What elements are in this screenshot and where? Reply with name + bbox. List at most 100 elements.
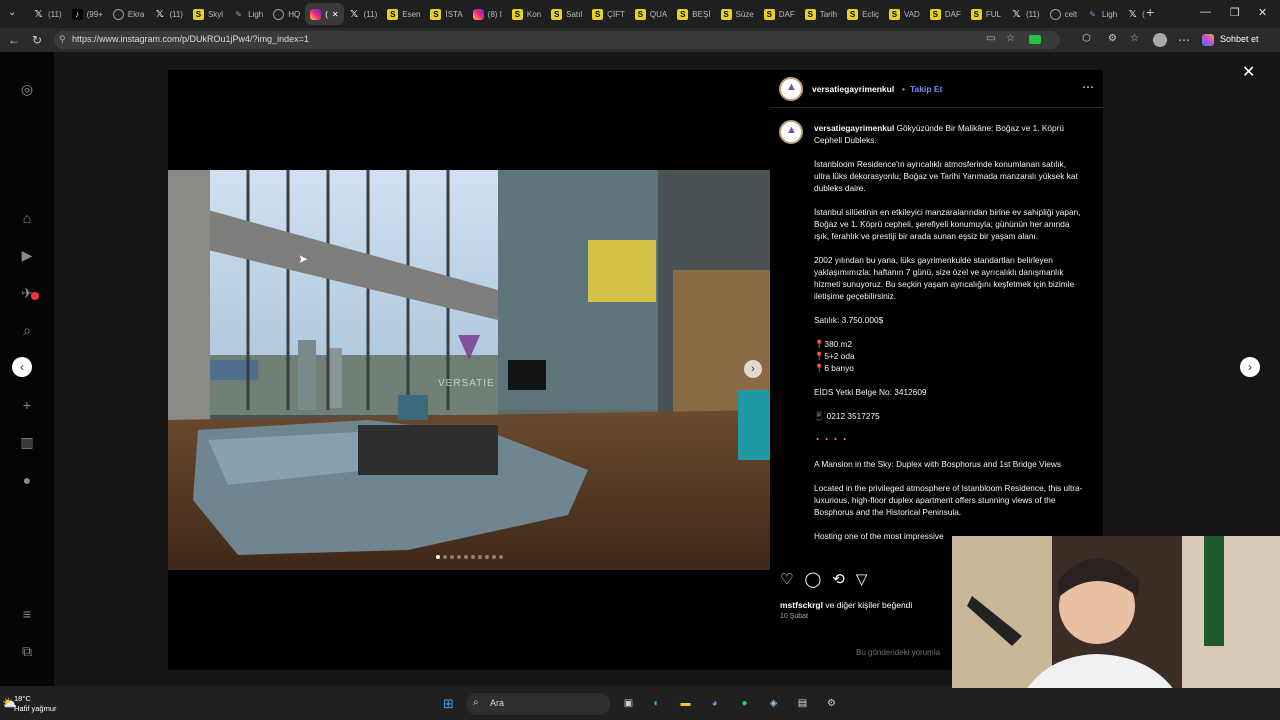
steam-icon[interactable]: ◈ [765, 695, 782, 712]
follow-button[interactable]: Takip Et [910, 84, 942, 94]
feature-line: 📍6 banyo [814, 363, 854, 373]
browser-tab[interactable]: S Süze [716, 3, 759, 25]
apps-icon[interactable]: ⧉ [18, 642, 36, 660]
tab-label: ÇİFT [607, 9, 625, 19]
tab-favicon-icon: 𝕏 [155, 8, 164, 20]
copilot-icon[interactable] [1202, 34, 1214, 46]
tab-label: Skyl [207, 9, 224, 19]
back-icon[interactable]: ← [8, 33, 20, 47]
browser-tab[interactable]: 𝕏 (11) [1006, 3, 1045, 25]
browser-tab[interactable]: S Tarih [800, 3, 842, 25]
profile-avatar[interactable] [1153, 33, 1167, 47]
create-icon[interactable]: + [18, 396, 36, 414]
comment-input[interactable]: Bu gönderideki yorumla [856, 648, 940, 657]
minimize-icon[interactable]: — [1200, 6, 1211, 18]
browser-tab[interactable]: S Satıl [546, 3, 587, 25]
image-next-icon[interactable]: › [744, 360, 762, 378]
discord-icon[interactable]: ◕ [706, 695, 723, 712]
browser-tab[interactable]: ♪ (99+ [67, 3, 108, 25]
browser-tab[interactable]: Ekra [108, 3, 149, 25]
tab-actions-icon[interactable]: ⌄ [8, 7, 16, 18]
tab-label: Kon [526, 9, 542, 19]
close-window-icon[interactable]: ✕ [1258, 6, 1267, 19]
browser-tab[interactable]: S Esen [382, 3, 425, 25]
task-view-icon[interactable]: ▣ [620, 695, 637, 712]
browser-tab[interactable]: S Ecliç [842, 3, 884, 25]
browser-tab[interactable]: ✎ Ligh [228, 3, 268, 25]
caption-avatar[interactable] [779, 120, 803, 144]
address-bar[interactable]: ⚲ https://www.instagram.com/p/DUkROu1jPw… [54, 31, 1060, 49]
search-icon[interactable]: ⌕ [18, 321, 36, 339]
browser-tab[interactable]: ✎ Ligh [1082, 3, 1122, 25]
read-mode-icon[interactable]: ▭ [986, 33, 995, 44]
epic-games-icon[interactable]: ▤ [794, 695, 811, 712]
like-icon[interactable]: ♡ [780, 570, 793, 588]
browser-tab[interactable]: S VAD [884, 3, 925, 25]
site-info-icon[interactable]: ⚲ [59, 34, 66, 45]
close-tab-icon[interactable]: ✕ [332, 10, 339, 19]
maximize-icon[interactable]: ❐ [1230, 6, 1240, 19]
author-username[interactable]: versatiegayrimenkul [812, 84, 894, 94]
browser-tab[interactable]: S İSTA [425, 3, 467, 25]
comment-icon[interactable]: ◯ [804, 570, 821, 588]
author-avatar[interactable] [779, 77, 803, 101]
browser-tab[interactable]: 𝕏 (11) [344, 3, 383, 25]
next-post-icon[interactable]: › [1240, 357, 1260, 377]
likes-summary: mstfsckrgl ve diğer kişiler beğendi [780, 600, 912, 610]
browser-tab[interactable]: celt [1045, 3, 1082, 25]
tab-favicon-icon: ✎ [1089, 9, 1096, 19]
menu-icon[interactable]: ≡ [18, 605, 36, 623]
favorites-icon[interactable]: ☆ [1130, 33, 1139, 44]
browser-tab[interactable]: S DAF [925, 3, 966, 25]
browser-tab[interactable]: S FUL [966, 3, 1006, 25]
post-date[interactable]: 10 Şubat [780, 613, 808, 620]
start-icon[interactable]: ⊞ [440, 695, 457, 712]
browser-tab[interactable]: (8) I [468, 3, 507, 25]
tab-favicon-icon: S [634, 8, 646, 20]
previous-post-icon[interactable]: ‹ [12, 357, 32, 377]
copilot-chat-label[interactable]: Sohbet et [1220, 34, 1259, 44]
browser-tab[interactable]: HQ [268, 3, 305, 25]
browser-tab[interactable]: S DAF [759, 3, 800, 25]
browser-tab[interactable]: S Skyl [188, 3, 228, 25]
post-media-pane: VERSATIE ➤ › [168, 70, 770, 670]
liked-by-user[interactable]: mstfsckrgl [780, 600, 823, 610]
new-tab-button[interactable]: + [1146, 4, 1154, 20]
caption-username[interactable]: versatiegayrimenkul [814, 123, 894, 133]
more-menu-icon[interactable]: ⋯ [1178, 33, 1190, 47]
browser-tab[interactable]: S Kon [507, 3, 546, 25]
browser-tab-strip: ⌄ 𝕏 (11) ♪ (99+ Ekra 𝕏 (11) S Skyl ✎ Ligh HQ(✕ 𝕏 (11)… [0, 0, 1280, 28]
post-caption: versatiegayrimenkul Gökyüzünde Bir Malik… [814, 122, 1084, 558]
weather-widget[interactable]: 18°C Hafif yağmur [14, 694, 57, 714]
favorite-star-icon[interactable]: ☆ [1006, 33, 1015, 44]
browser-tab[interactable]: S BEŞİ [672, 3, 715, 25]
reels-icon[interactable]: ▶ [18, 246, 36, 264]
liked-by-rest[interactable]: ve diğer kişiler beğendi [823, 600, 912, 610]
extension-green-icon[interactable] [1029, 35, 1041, 44]
browser-tab[interactable]: S ÇİFT [587, 3, 630, 25]
browser-tab[interactable]: S QUA [630, 3, 672, 25]
split-screen-icon[interactable]: ⚙ [1108, 33, 1117, 44]
browser-tab[interactable]: 𝕏 (11) [1122, 3, 1145, 25]
instagram-logo-icon[interactable]: ◎ [18, 80, 36, 98]
settings-icon[interactable]: ⚙ [823, 695, 840, 712]
spotify-icon[interactable]: ● [736, 695, 753, 712]
home-icon[interactable]: ⌂ [18, 209, 36, 227]
reload-icon[interactable]: ↻ [32, 33, 42, 47]
edge-icon[interactable]: ◐ [648, 695, 665, 712]
extension-icon[interactable]: ⬡ [1082, 33, 1091, 44]
dashboard-icon[interactable]: ▥ [18, 433, 36, 451]
browser-tab[interactable]: 𝕏 (11) [28, 3, 67, 25]
repost-icon[interactable]: ⟲ [832, 570, 845, 588]
taskbar-search[interactable]: ⌕ Ara [466, 693, 610, 715]
browser-tab[interactable]: (✕ [305, 3, 344, 25]
post-image-living-room[interactable]: VERSATIE ➤ › [168, 170, 770, 570]
close-modal-icon[interactable]: ✕ [1242, 62, 1255, 82]
caption-price: Satılık: 3.750.000$ [814, 315, 884, 325]
file-explorer-icon[interactable]: ▬ [677, 695, 694, 712]
tab-favicon-icon: S [551, 8, 563, 20]
post-options-icon[interactable]: ⋯ [1082, 80, 1094, 94]
share-icon[interactable]: ▽ [856, 570, 868, 588]
browser-tab[interactable]: 𝕏 (11) [149, 3, 188, 25]
profile-icon[interactable]: ● [18, 471, 36, 489]
